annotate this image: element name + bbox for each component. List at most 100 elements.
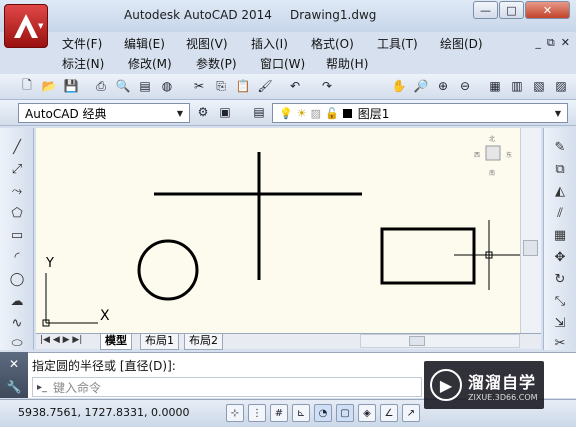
horizontal-scroll-thumb[interactable] [409,336,425,346]
polyline-icon[interactable]: ⤳ [7,182,27,200]
menu-tools[interactable]: 工具(T) [377,35,418,52]
maximize-button[interactable]: □ [499,1,524,19]
tab-layout1[interactable]: 布局1 [140,334,179,350]
open-file-icon[interactable]: 📂 [40,77,58,95]
infer-constraints-icon[interactable]: ⊹ [226,404,244,422]
command-close-icon[interactable]: ✕ [9,357,19,371]
print-preview-icon[interactable]: 🔍 [114,77,132,95]
tool-palettes-icon[interactable]: ▧ [530,77,548,95]
menu-modify[interactable]: 修改(M) [128,55,172,72]
menu-view[interactable]: 视图(V) [186,35,228,52]
ortho-mode-icon[interactable]: ⊾ [292,404,310,422]
circle-shape[interactable] [137,239,199,301]
zoom-previous-icon[interactable]: ⊖ [456,77,474,95]
tab-layout2[interactable]: 布局2 [184,334,223,350]
revision-cloud-icon[interactable]: ☁ [7,292,27,310]
draw-toolbar: ╱ ⤢ ⤳ ⬠ ▭ ◜ ◯ ☁ ∿ ⬭ [0,128,34,352]
dynamic-ucs-icon[interactable]: ↗ [402,404,420,422]
circle-icon[interactable]: ◯ [7,270,27,288]
doc-restore-button[interactable]: ⧉ [547,36,555,50]
print-icon[interactable]: ⎙ [92,77,110,95]
offset-icon[interactable]: ⫽ [550,204,570,222]
vertical-scrollbar[interactable] [520,128,541,333]
design-center-icon[interactable]: ▥ [508,77,526,95]
grid-display-icon[interactable]: # [270,404,288,422]
menu-format[interactable]: 格式(O) [311,35,354,52]
menu-file[interactable]: 文件(F) [62,35,102,52]
watermark-url: ZIXUE.3D66.COM [468,392,538,402]
viewcube-south: 南 [489,170,496,177]
redo-icon[interactable]: ↷ [318,77,336,95]
tab-model[interactable]: 模型 [100,334,132,350]
rectangle-shape[interactable] [380,227,476,285]
object-snap-tracking-icon[interactable]: ∠ [380,404,398,422]
match-properties-icon[interactable]: 🖌 [256,77,274,95]
polar-tracking-icon[interactable]: ◔ [314,404,332,422]
horizontal-scrollbar[interactable] [360,334,520,348]
3d-object-snap-icon[interactable]: ◈ [358,404,376,422]
doc-close-button[interactable]: ✕ [561,36,570,50]
viewcube-top[interactable] [485,145,501,161]
mirror-icon[interactable]: ◭ [550,182,570,200]
sun-freeze-icon: ☀ [296,106,307,120]
command-input[interactable]: ▸_ 键入命令 [32,377,422,397]
construction-line-icon[interactable]: ⤢ [7,160,27,178]
trim-icon[interactable]: ✂ [550,334,570,352]
menu-draw[interactable]: 绘图(D) [440,35,483,52]
snap-mode-icon[interactable]: ⋮ [248,404,266,422]
sheet-set-icon[interactable]: ▨ [552,77,570,95]
polygon-icon[interactable]: ⬠ [7,204,27,222]
viewport-freeze-icon: ▨ [310,106,321,120]
move-icon[interactable]: ✥ [550,248,570,266]
cut-icon[interactable]: ✂ [190,77,208,95]
menu-dimension[interactable]: 标注(N) [62,55,104,72]
copy-clipboard-icon[interactable]: ⎘ [212,77,230,95]
publish-icon[interactable]: ▤ [136,77,154,95]
zoom-window-icon[interactable]: ⊕ [434,77,452,95]
autocad-window: Autodesk AutoCAD 2014 Drawing1.dwg — □ ✕… [0,0,576,427]
menu-parametric[interactable]: 参数(P) [196,55,237,72]
doc-minimize-button[interactable]: _ [535,36,541,50]
paste-icon[interactable]: 📋 [234,77,252,95]
layer-manager-icon[interactable]: ▤ [250,103,268,121]
layer-select[interactable]: 💡 ☀ ▨ 🔓 图层1 ▼ [272,103,568,123]
unlock-icon: 🔓 [324,106,339,120]
menu-help[interactable]: 帮助(H) [326,55,368,72]
menu-insert[interactable]: 插入(I) [251,35,288,52]
object-snap-icon[interactable]: ▢ [336,404,354,422]
rotate-icon[interactable]: ↻ [550,270,570,288]
menu-window[interactable]: 窗口(W) [260,55,305,72]
lightbulb-icon: 💡 [279,106,293,120]
copy-icon[interactable]: ⧉ [550,160,570,178]
new-file-icon[interactable]: 🗋 [18,77,36,95]
pan-icon[interactable]: ✋ [390,77,408,95]
workspace-select[interactable]: AutoCAD 经典 ▼ [18,103,190,123]
command-settings-icon[interactable]: 🔧 [7,380,22,394]
save-icon[interactable]: 💾 [62,77,80,95]
tab-nav-arrows-icon[interactable]: |◀ ◀ ▶ ▶| [40,335,82,345]
properties-icon[interactable]: ▦ [486,77,504,95]
arc-icon[interactable]: ◜ [7,248,27,266]
ellipse-icon[interactable]: ⬭ [7,334,27,352]
line-icon[interactable]: ╱ [7,138,27,156]
rectangle-icon[interactable]: ▭ [7,226,27,244]
scale-icon[interactable]: ⤡ [550,292,570,310]
spline-icon[interactable]: ∿ [7,314,27,332]
chevron-down-icon: ▼ [176,108,184,118]
workspace-settings-gear-icon[interactable]: ⚙ [194,103,212,121]
zoom-realtime-icon[interactable]: 🔎 [412,77,430,95]
3d-dwf-icon[interactable]: ◍ [158,77,176,95]
vertical-scroll-thumb[interactable] [523,240,538,256]
close-button[interactable]: ✕ [525,1,570,19]
undo-icon[interactable]: ↶ [286,77,304,95]
layer-color-swatch [342,108,352,118]
command-history: 指定圆的半径或 [直径(D)]: [32,359,176,373]
erase-icon[interactable]: ✎ [550,138,570,156]
layer-properties-icon[interactable]: ▣ [216,103,234,121]
drawing-canvas[interactable]: Y X 北 南 东 西 [36,128,541,333]
menu-edit[interactable]: 编辑(E) [124,35,165,52]
minimize-button[interactable]: — [473,1,498,19]
stretch-icon[interactable]: ⇲ [550,314,570,332]
layer-name: 图层1 [357,106,390,121]
array-icon[interactable]: ▦ [550,226,570,244]
